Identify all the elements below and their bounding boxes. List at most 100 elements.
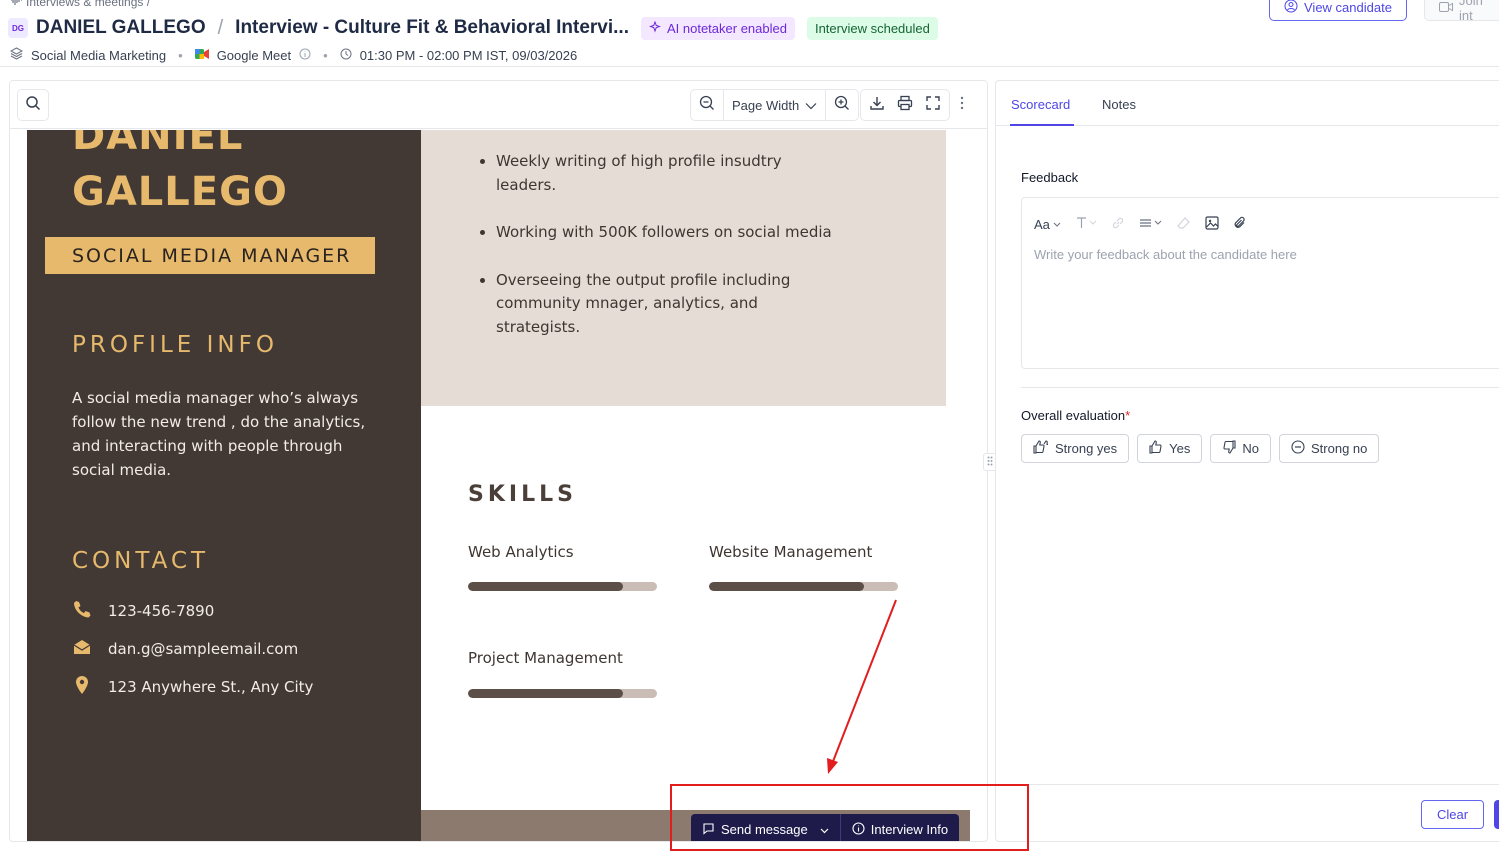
skill-bar (709, 582, 898, 591)
info-icon[interactable] (299, 48, 311, 63)
thumbs-up-icon (1149, 440, 1163, 457)
skill-label: Website Management (709, 543, 873, 561)
interview-title: Interview - Culture Fit & Behavioral Int… (235, 17, 629, 38)
more-options-button[interactable] (947, 89, 977, 121)
breadcrumb[interactable]: Interviews & meetings / (10, 0, 150, 9)
skill-bar (468, 582, 657, 591)
dot-separator: • (178, 47, 183, 63)
minus-circle-icon (1291, 440, 1305, 457)
bullet-item: Working with 500K followers on social me… (496, 221, 838, 245)
skill-label: Web Analytics (468, 543, 574, 561)
ai-notetaker-badge: AI notetaker enabled (640, 16, 795, 40)
resume-name-line1: DANIEL (72, 130, 244, 159)
view-candidate-label: View candidate (1304, 0, 1392, 15)
ai-notetaker-label: AI notetaker enabled (666, 20, 787, 36)
print-button[interactable] (891, 89, 919, 121)
candidate-name[interactable]: DANIEL GALLEGO (36, 17, 206, 39)
meta-row: Social Media Marketing • Google Meet • 0… (9, 47, 578, 63)
status-badge: Interview scheduled (806, 16, 938, 40)
link-icon[interactable] (1111, 216, 1125, 233)
layers-icon (9, 47, 24, 63)
section-divider (1021, 387, 1499, 388)
scorecard-panel: Scorecard Notes Feedback Aa Write your f… (995, 80, 1499, 842)
print-icon (897, 95, 913, 116)
panel-tabs: Scorecard Notes (996, 81, 1499, 126)
resume-name: DANIEL GALLEGO (72, 130, 288, 220)
font-style-label: Aa (1034, 217, 1050, 232)
location-pin-icon (72, 675, 92, 699)
strong-yes-label: Strong yes (1055, 441, 1118, 456)
job-name: Social Media Marketing (31, 47, 167, 63)
submit-button[interactable] (1494, 800, 1499, 829)
zoom-out-button[interactable] (691, 89, 723, 121)
skill-bar (468, 689, 657, 698)
overall-evaluation-text: Overall evaluation (1021, 408, 1126, 423)
search-icon (25, 95, 41, 116)
contact-heading: CONTACT (72, 548, 210, 574)
annotation-highlight-box (670, 784, 1029, 851)
text-color-icon[interactable] (1075, 216, 1097, 233)
profile-heading: PROFILE INFO (72, 332, 278, 358)
fullscreen-button[interactable] (919, 89, 947, 121)
sparkle-icon (649, 20, 661, 36)
waveform-icon (10, 0, 22, 9)
skill-bar-fill (468, 582, 623, 591)
eraser-icon[interactable] (1177, 216, 1191, 233)
image-icon[interactable] (1205, 216, 1219, 233)
skill-label: Project Management (468, 649, 623, 667)
bullet-item: Overseeing the output profile including … (496, 269, 838, 340)
contact-phone: 123-456-7890 (72, 599, 214, 623)
google-meet-icon (194, 48, 209, 63)
header-divider (0, 66, 1499, 67)
zoom-out-icon (699, 95, 715, 116)
thumbs-down-icon (1222, 440, 1236, 457)
zoom-mode-select[interactable]: Page Width (723, 90, 827, 120)
join-button[interactable]: Join int (1424, 0, 1499, 23)
zoom-in-button[interactable] (826, 89, 858, 121)
feedback-editor[interactable]: Aa Write your feedback about the candida… (1021, 197, 1499, 369)
fullscreen-icon (925, 95, 941, 116)
font-style-dropdown[interactable]: Aa (1034, 217, 1061, 232)
align-icon[interactable] (1139, 216, 1163, 233)
view-candidate-button[interactable]: View candidate (1269, 0, 1407, 21)
clear-button[interactable]: Clear (1421, 800, 1484, 829)
platform-name: Google Meet (216, 47, 292, 63)
active-tab-indicator (1010, 124, 1074, 126)
skill-bar-fill (468, 689, 623, 698)
yes-button[interactable]: Yes (1137, 434, 1203, 463)
contact-address: 123 Anywhere St., Any City (72, 675, 313, 699)
search-button[interactable] (17, 89, 49, 121)
envelope-icon (72, 637, 92, 661)
breadcrumb-text[interactable]: Interviews & meetings / (26, 0, 150, 9)
feedback-placeholder: Write your feedback about the candidate … (1034, 247, 1297, 262)
strong-yes-button[interactable]: Strong yes (1021, 434, 1130, 463)
chevron-down-icon (805, 98, 817, 113)
tab-notes[interactable]: Notes (1102, 97, 1136, 112)
strong-no-button[interactable]: Strong no (1279, 434, 1380, 463)
resume-name-line2: GALLEGO (72, 169, 288, 215)
resume-role: SOCIAL MEDIA MANAGER (45, 237, 375, 274)
email-text: dan.g@sampleemail.com (108, 640, 299, 658)
phone-text: 123-456-7890 (108, 602, 215, 620)
download-icon (869, 95, 885, 116)
interview-time: 01:30 PM - 02:00 PM IST, 09/03/2026 (359, 47, 578, 63)
skills-heading: SKILLS (468, 482, 577, 507)
download-button[interactable] (863, 89, 891, 121)
no-button[interactable]: No (1210, 434, 1271, 463)
document-viewer: Page Width DANIEL GALLEGO SOCIAL MEDIA M… (9, 80, 988, 842)
document-actions (860, 89, 950, 121)
double-thumbs-up-icon (1033, 440, 1049, 457)
clock-icon (340, 48, 352, 63)
attachment-icon[interactable] (1233, 216, 1247, 233)
tab-scorecard[interactable]: Scorecard (1011, 97, 1070, 112)
feedback-label: Feedback (1021, 170, 1079, 185)
video-icon (1439, 0, 1453, 15)
editor-toolbar: Aa (1034, 216, 1247, 233)
evaluation-options: Strong yes Yes No Strong no (1021, 434, 1380, 463)
title-row: DG DANIEL GALLEGO / Interview - Culture … (8, 14, 938, 42)
phone-icon (72, 599, 92, 623)
strong-no-label: Strong no (1311, 441, 1368, 456)
title-separator: / (217, 16, 224, 39)
experience-bullets: Weekly writing of high profile insudtry … (478, 150, 838, 363)
yes-label: Yes (1169, 441, 1191, 456)
